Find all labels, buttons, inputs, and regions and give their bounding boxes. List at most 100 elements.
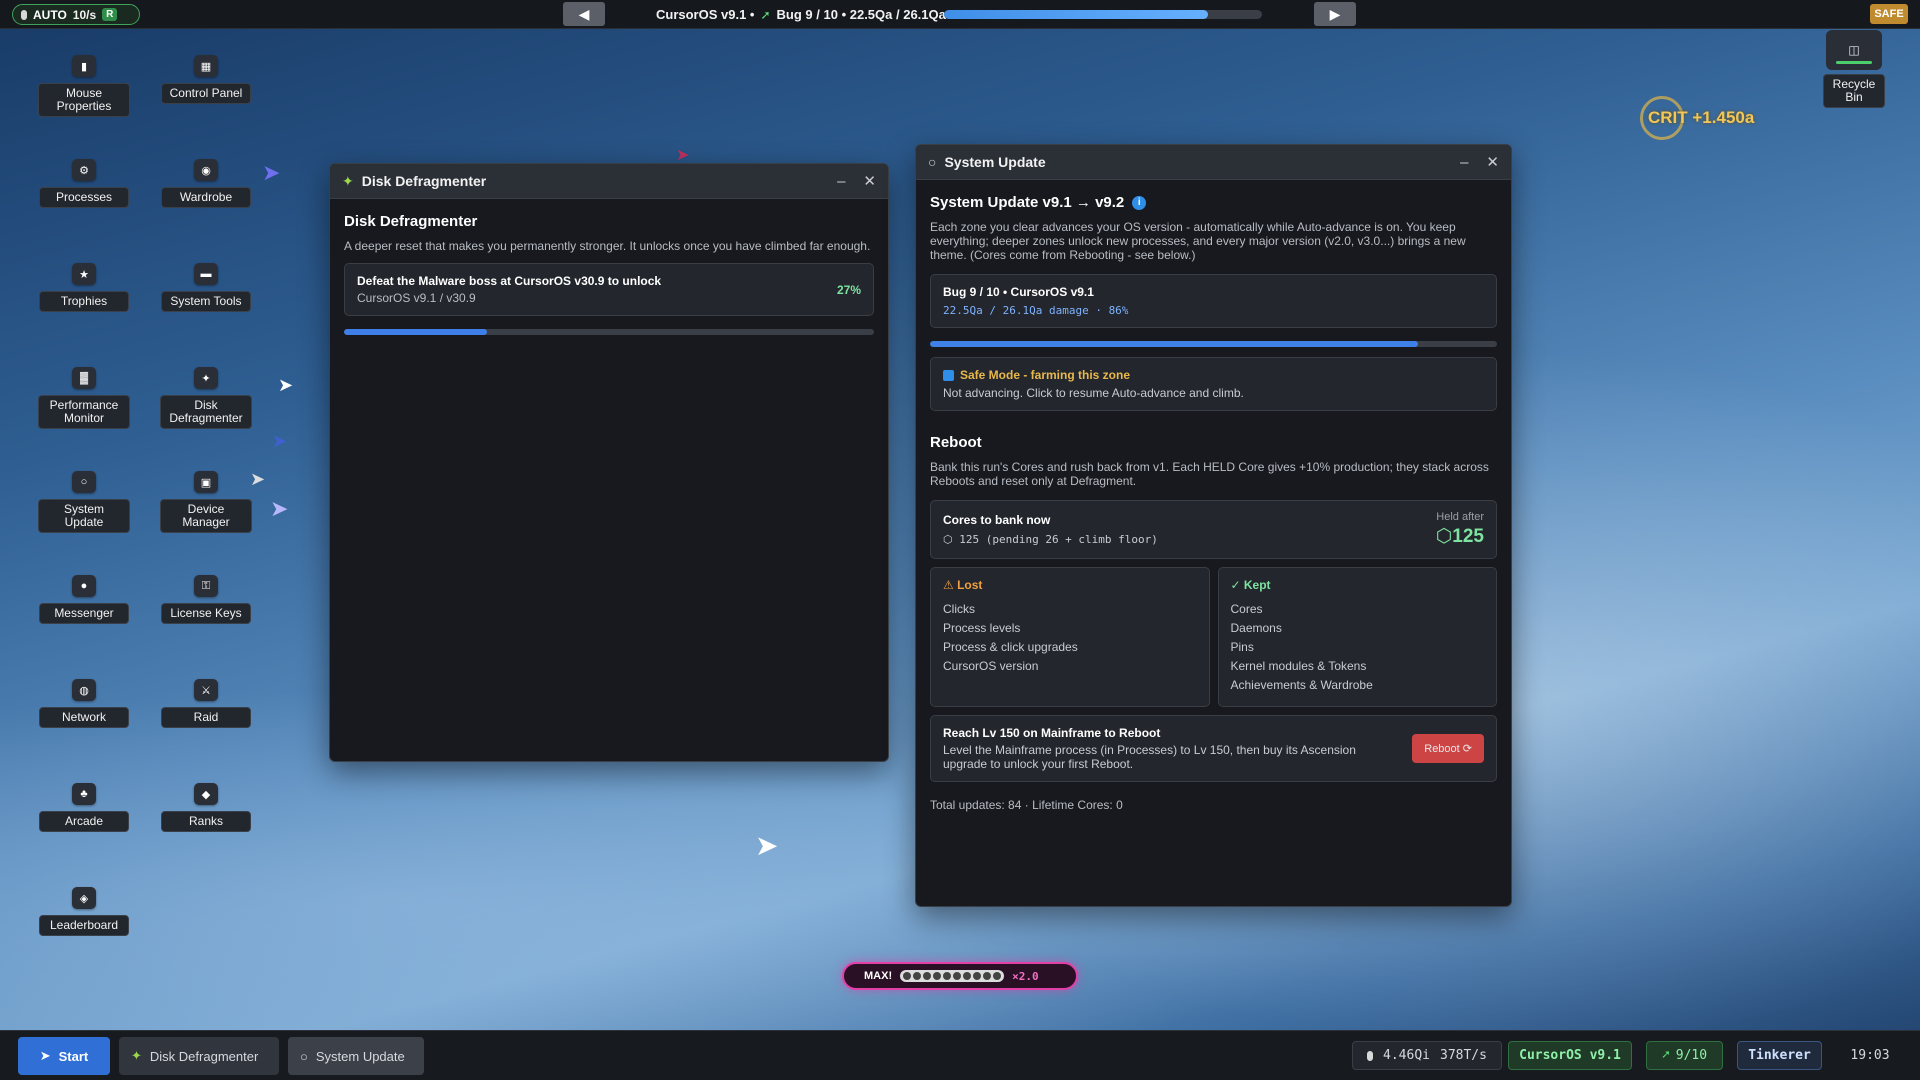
taskbar-item-label: System Update	[315, 1048, 405, 1064]
desktop-icon-label: System Tools	[161, 291, 251, 312]
list-item: CursorOS version	[943, 659, 1039, 673]
lost-list: Clicks Process levels Process & click upgr…	[943, 600, 1197, 676]
list-item: Daemons	[1230, 621, 1282, 635]
list-item: Kernel modules & Tokens	[1230, 659, 1367, 673]
reboot-button[interactable]: Reboot ⟳	[1412, 734, 1484, 763]
desktop-icon-mouse-properties[interactable]: ▮ Mouse Properties	[38, 55, 130, 117]
puzzle-icon: ✦	[342, 172, 354, 189]
close-button[interactable]: ✕	[863, 172, 876, 190]
monitor-icon: ▣	[194, 471, 218, 493]
update-heading: System Update v9.1 → v9.2 i	[930, 194, 1497, 211]
kept-list: Cores Daemons Pins Kernel modules & Tokens A…	[1231, 600, 1485, 695]
desktop-icon-label: Wardrobe	[161, 187, 251, 208]
info-icon[interactable]: i	[1132, 195, 1147, 210]
currency-value: 4.46Qi	[1383, 1048, 1430, 1063]
desktop-icon-raid[interactable]: ⚔ Raid	[160, 679, 252, 728]
control-panel-icon: ▦	[194, 55, 218, 77]
taskbar-item-label: Disk Defragmenter	[149, 1048, 259, 1064]
desktop-icon-label: Leaderboard	[39, 915, 129, 936]
bug-title: Bug 9 / 10 • CursorOS v9.1	[943, 285, 1094, 299]
window-titlebar[interactable]: ○ System Update – ✕	[916, 145, 1511, 180]
bug-count-badge[interactable]: ➚ 9/10	[1646, 1041, 1723, 1070]
zone-progress-fill	[944, 10, 1208, 19]
update-icon: ○	[72, 471, 96, 493]
window-title: System Update	[944, 154, 1046, 170]
window-titlebar[interactable]: ✦ Disk Defragmenter – ✕	[330, 164, 888, 199]
window-title: Disk Defragmenter	[361, 173, 487, 189]
desktop-icon-label: Processes	[39, 187, 129, 208]
unlock-requirement-card: Defeat the Malware boss at CursorOS v30.…	[344, 263, 874, 316]
desktop-icon-label: Performance Monitor	[38, 395, 130, 429]
reach-title: Reach Lv 150 on Mainframe to Reboot	[943, 726, 1161, 740]
desktop-icon-trophies[interactable]: ★ Trophies	[38, 263, 130, 312]
desktop-icon-label: Control Panel	[161, 83, 251, 104]
cursor-icon: ➤	[272, 431, 288, 451]
desktop-icon-messenger[interactable]: ● Messenger	[38, 575, 130, 624]
defrag-progress-bar	[344, 329, 874, 335]
zone-version: CursorOS v9.1 •	[656, 7, 755, 22]
desktop-icon-system-update[interactable]: ○ System Update	[38, 471, 130, 533]
prev-zone-button[interactable]: ◀	[563, 2, 605, 26]
update-icon: ○	[928, 154, 937, 170]
reboot-description: Bank this run's Cores and rush back from…	[930, 460, 1489, 488]
auto-label: AUTO	[33, 7, 67, 22]
minimize-button[interactable]: –	[1460, 154, 1468, 171]
list-item: Cores	[1230, 602, 1263, 616]
desktop-icon-device-manager[interactable]: ▣ Device Manager	[160, 471, 252, 533]
desktop-icon-label: License Keys	[161, 603, 251, 624]
safe-mode-badge[interactable]: SAFE	[1870, 4, 1908, 24]
leaderboard-icon: ◈	[72, 887, 96, 909]
desktop-icon-disk-defragmenter[interactable]: ✦ Disk Defragmenter	[160, 367, 252, 429]
rank-badge[interactable]: Tinkerer	[1737, 1041, 1822, 1070]
lost-card: ⚠ Lost Clicks Process levels Process & cli…	[930, 567, 1210, 707]
update-heading-text: System Update v9.1 → v9.2	[930, 194, 1125, 211]
auto-toggle[interactable]: AUTO 10/s R	[12, 4, 140, 25]
recycle-bin[interactable]: ◫ Recycle Bin	[1823, 30, 1885, 108]
zone-progress-bar	[944, 10, 1262, 19]
arrow-right-icon: ▶	[1329, 5, 1341, 22]
desktop-icon-system-tools[interactable]: ▬ System Tools	[160, 263, 252, 312]
desktop-icon-network[interactable]: ◍ Network	[38, 679, 130, 728]
held-after-label: Held after	[1436, 511, 1484, 523]
start-label: Start	[58, 1048, 89, 1064]
safe-mode-card[interactable]: Safe Mode - farming this zone Not advanc…	[930, 357, 1497, 411]
list-item: Process levels	[943, 621, 1021, 635]
desktop-icon-label: Network	[39, 707, 129, 728]
close-button[interactable]: ✕	[1486, 153, 1499, 171]
desktop-icon-label: Device Manager	[160, 499, 252, 533]
mouse-icon	[1367, 1050, 1374, 1061]
disk-defragmenter-window[interactable]: ✦ Disk Defragmenter – ✕ Disk Defragmente…	[329, 163, 889, 762]
cursor-icon: ➤	[250, 469, 266, 489]
cursor-icon: ➚	[1661, 1048, 1670, 1063]
defrag-progress-fill	[344, 329, 488, 335]
desktop-icon-label: Trophies	[39, 291, 129, 312]
taskbar-item-system-update[interactable]: ○ System Update	[288, 1037, 424, 1075]
key-icon: ⚿	[194, 575, 218, 597]
lost-title: ⚠ Lost	[943, 578, 983, 592]
combo-multiplier: ×2.0	[1012, 969, 1039, 983]
desktop-icon-processes[interactable]: ⚙ Processes	[38, 159, 130, 208]
taskbar-item-disk-defragmenter[interactable]: ✦ Disk Defragmenter	[119, 1037, 279, 1075]
update-icon: ○	[300, 1048, 308, 1064]
unlock-subtitle: CursorOS v9.1 / v30.9	[357, 291, 476, 305]
joystick-icon: ♣	[72, 783, 96, 805]
bug-count: 9/10	[1675, 1048, 1708, 1063]
gear-icon: ⚙	[72, 159, 96, 181]
start-button[interactable]: ➤ Start	[18, 1037, 110, 1075]
desktop-icon-performance-monitor[interactable]: ▓ Performance Monitor	[38, 367, 130, 429]
next-zone-button[interactable]: ▶	[1314, 2, 1356, 26]
list-item: Clicks	[943, 602, 975, 616]
desktop-icon-ranks[interactable]: ◆ Ranks	[160, 783, 252, 832]
desktop-icon-arcade[interactable]: ♣ Arcade	[38, 783, 130, 832]
cursor-icon: ➤	[676, 147, 690, 164]
system-update-window[interactable]: ○ System Update – ✕ System Update v9.1 →…	[915, 144, 1512, 907]
unlock-title: Defeat the Malware boss at CursorOS v30.…	[357, 274, 662, 288]
desktop-icon-leaderboard[interactable]: ◈ Leaderboard	[38, 887, 130, 936]
minimize-button[interactable]: –	[837, 173, 845, 190]
desktop-icon-control-panel[interactable]: ▦ Control Panel	[160, 55, 252, 104]
desktop-icon-license-keys[interactable]: ⚿ License Keys	[160, 575, 252, 624]
bug-damage: 22.5Qa / 26.1Qa damage · 86%	[943, 304, 1129, 317]
version-badge[interactable]: CursorOS v9.1	[1508, 1041, 1632, 1070]
auto-rate: 10/s	[72, 7, 97, 22]
desktop-icon-wardrobe[interactable]: ◉ Wardrobe	[160, 159, 252, 208]
